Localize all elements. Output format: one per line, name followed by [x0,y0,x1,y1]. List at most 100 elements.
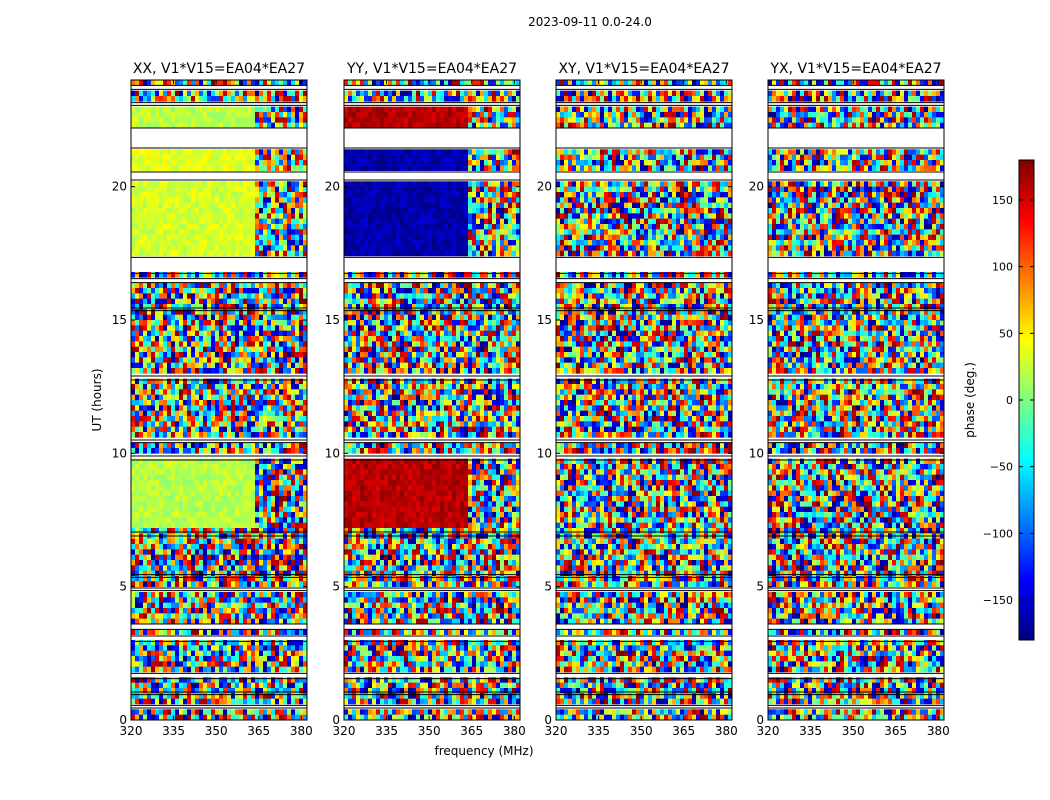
heatmap-cell [195,288,199,294]
heatmap-cell [259,240,263,246]
heatmap-cell [468,165,472,171]
heatmap-cell [151,581,155,587]
heatmap-cell [472,149,476,155]
heatmap-cell [195,656,199,662]
heatmap-cell [255,485,259,491]
heatmap-cell [440,117,444,123]
heatmap-cell [251,251,255,257]
heatmap-cell [291,539,295,545]
heatmap-cell [283,565,287,571]
heatmap-cell [231,347,235,353]
heatmap-cell [207,395,211,401]
heatmap-cell [163,688,167,694]
heatmap-cell [412,117,416,123]
heatmap-cell [179,597,183,603]
heatmap-cell [283,192,287,198]
heatmap-cell [287,544,291,550]
heatmap-cell [247,352,251,358]
heatmap-cell [155,325,159,331]
heatmap-cell [131,219,135,225]
heatmap-cell [239,491,243,497]
heatmap-cell [179,405,183,411]
heatmap-cell [207,240,211,246]
heatmap-cell [291,667,295,673]
heatmap-cell [271,501,275,507]
heatmap-cell [267,539,271,545]
heatmap-cell [440,155,444,161]
heatmap-cell [263,208,267,214]
heatmap-cell [279,235,283,241]
heatmap-cell [251,603,255,609]
heatmap-cell [251,539,255,545]
heatmap-cell [227,480,231,486]
heatmap-cell [131,688,135,694]
heatmap-cell [135,181,139,187]
heatmap-cell [231,160,235,166]
heatmap-cell [231,368,235,374]
heatmap-cell [167,528,171,534]
heatmap-cell [476,107,480,113]
heatmap-cell [251,240,255,246]
heatmap-cell [135,416,139,422]
heatmap-cell [235,709,239,715]
heatmap-cell [243,427,247,433]
heatmap-cell [223,496,227,502]
heatmap-cell [219,96,223,102]
heatmap-cell [448,96,452,102]
heatmap-cell [191,400,195,406]
heatmap-cell [183,155,187,161]
heatmap-cell [147,80,151,86]
heatmap-cell [195,363,199,369]
heatmap-cell [219,539,223,545]
heatmap-cell [203,91,207,97]
heatmap-cell [147,197,151,203]
heatmap-cell [139,523,143,529]
heatmap-cell [207,565,211,571]
heatmap-cell [496,123,500,129]
heatmap-cell [191,571,195,577]
heatmap-cell [167,421,171,427]
heatmap-cell [247,357,251,363]
heatmap-cell [199,245,203,251]
heatmap-cell [167,389,171,395]
heatmap-cell [155,571,159,577]
heatmap-cell [147,608,151,614]
heatmap-cell [211,395,215,401]
heatmap-cell [207,320,211,326]
heatmap-cell [131,715,135,721]
heatmap-cell [480,117,484,123]
heatmap-cell [267,341,271,347]
heatmap-cell [279,491,283,497]
heatmap-cell [263,240,267,246]
heatmap-cell [199,219,203,225]
heatmap-cell [179,112,183,118]
heatmap-cell [231,592,235,598]
heatmap-cell [231,661,235,667]
heatmap-cell [448,181,452,187]
heatmap-cell [299,283,303,289]
heatmap-cell [380,155,384,161]
heatmap-cell [287,597,291,603]
heatmap-cell [287,283,291,289]
heatmap-cell [287,384,291,390]
heatmap-cell [179,416,183,422]
heatmap-cell [267,629,271,635]
heatmap-cell [211,667,215,673]
heatmap-cell [484,165,488,171]
heatmap-cell [187,112,191,118]
heatmap-cell [223,347,227,353]
heatmap-cell [183,368,187,374]
heatmap-cell [420,107,424,113]
heatmap-cell [239,341,243,347]
heatmap-cell [255,304,259,310]
heatmap-cell [227,597,231,603]
heatmap-cell [191,661,195,667]
heatmap-cell [247,565,251,571]
heatmap-cell [243,416,247,422]
heatmap-cell [151,315,155,321]
heatmap-cell [171,219,175,225]
heatmap-cell [179,581,183,587]
heatmap-cell [219,491,223,497]
heatmap-cell [135,475,139,481]
heatmap-cell [251,197,255,203]
